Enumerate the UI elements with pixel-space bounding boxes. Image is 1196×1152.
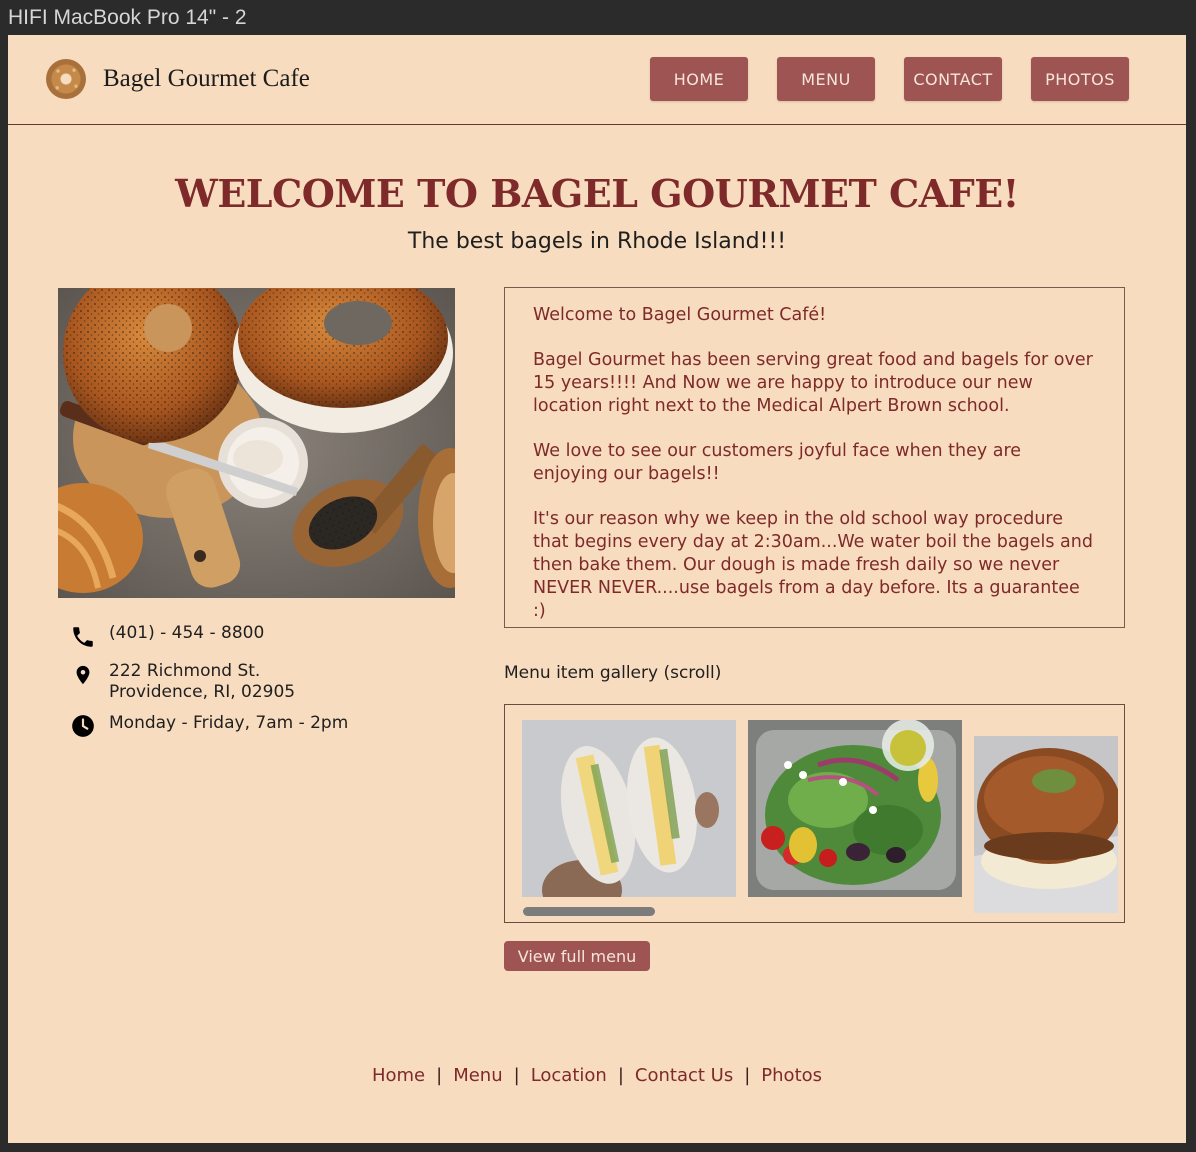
gallery-image-salad[interactable]	[748, 720, 962, 897]
contact-info: (401) - 454 - 8800 222 Richmond St. Prov…	[68, 623, 348, 751]
address-line1: 222 Richmond St.	[109, 661, 261, 681]
phone-number[interactable]: (401) - 454 - 8800	[109, 623, 264, 644]
about-text-box: Welcome to Bagel Gourmet Café! Bagel Gou…	[504, 287, 1125, 628]
main-nav: HOME MENU CONTACT PHOTOS	[650, 57, 1129, 101]
nav-contact-button[interactable]: CONTACT	[904, 57, 1002, 101]
nav-photos-button[interactable]: PHOTOS	[1031, 57, 1129, 101]
footer-link-home[interactable]: Home	[372, 1065, 425, 1086]
address-row: 222 Richmond St. Providence, RI, 02905	[68, 661, 348, 703]
header: Bagel Gourmet Cafe HOME MENU CONTACT PHO…	[8, 35, 1186, 125]
hours-row: Monday - Friday, 7am - 2pm	[68, 713, 348, 741]
about-paragraph: It's our reason why we keep in the old s…	[533, 509, 1093, 621]
footer-link-location[interactable]: Location	[531, 1065, 607, 1086]
footer-separator: |	[617, 1065, 624, 1086]
opening-hours: Monday - Friday, 7am - 2pm	[109, 713, 349, 733]
window-title: HIFI MacBook Pro 14" - 2	[8, 6, 247, 29]
about-paragraph: Welcome to Bagel Gourmet Café!	[533, 305, 827, 325]
footer-nav: Home | Menu | Location | Contact Us | Ph…	[8, 1065, 1186, 1086]
clock-icon	[68, 713, 98, 741]
gallery-label: Menu item gallery (scroll)	[504, 663, 722, 683]
view-full-menu-button[interactable]: View full menu	[504, 941, 650, 971]
footer-link-photos[interactable]: Photos	[761, 1065, 822, 1086]
phone-icon	[68, 623, 98, 651]
menu-gallery[interactable]	[504, 704, 1125, 923]
footer-separator: |	[513, 1065, 520, 1086]
about-paragraph: Bagel Gourmet has been serving great foo…	[533, 350, 1093, 416]
footer-separator: |	[436, 1065, 443, 1086]
page-title: WELCOME TO BAGEL GOURMET CAFE!	[175, 171, 1019, 216]
page-frame: Bagel Gourmet Cafe HOME MENU CONTACT PHO…	[8, 35, 1186, 1143]
footer-separator: |	[744, 1065, 751, 1086]
footer-link-menu[interactable]: Menu	[453, 1065, 502, 1086]
about-paragraph: We love to see our customers joyful face…	[533, 441, 1022, 484]
gallery-scrollbar[interactable]	[523, 907, 655, 916]
phone-row: (401) - 454 - 8800	[68, 623, 348, 651]
gallery-image-bagel[interactable]	[974, 736, 1118, 913]
bagels-hero-image	[58, 288, 455, 598]
nav-home-button[interactable]: HOME	[650, 57, 748, 101]
address: 222 Richmond St. Providence, RI, 02905	[109, 661, 295, 703]
location-pin-icon	[68, 661, 98, 689]
address-line2: Providence, RI, 02905	[109, 682, 296, 702]
site-name[interactable]: Bagel Gourmet Cafe	[103, 65, 310, 93]
footer-link-contact[interactable]: Contact Us	[635, 1065, 733, 1086]
nav-menu-button[interactable]: MENU	[777, 57, 875, 101]
page-subtitle: The best bagels in Rhode Island!!!	[407, 229, 787, 254]
bagel-logo-icon[interactable]	[46, 59, 86, 99]
gallery-image-bagel-sandwich[interactable]	[522, 720, 736, 897]
